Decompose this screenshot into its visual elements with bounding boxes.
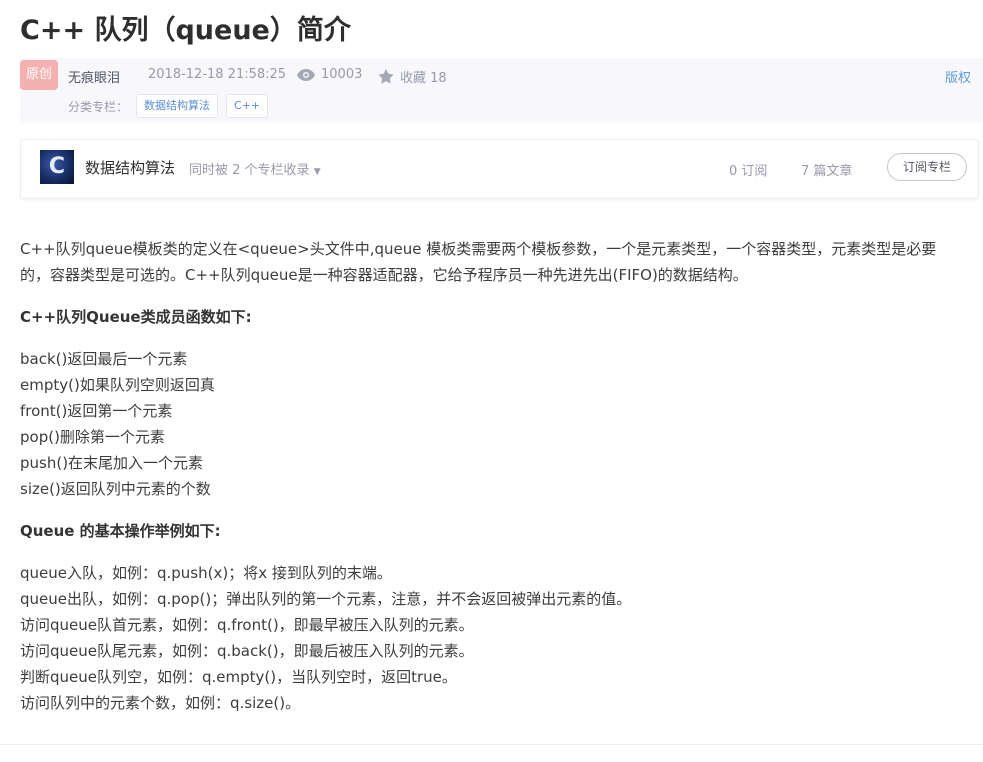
publish-date: 2018-12-18 21:58:25 [148,67,287,82]
list-item: pop()删除第一个元素 [20,428,165,446]
list-item: push()在末尾加入一个元素 [20,454,204,472]
article-count: 7 篇文章 [801,164,853,179]
column-collections-label: 同时被 2 个专栏收录 [189,163,310,178]
column-name[interactable]: 数据结构算法 [85,157,175,178]
column-card: C 数据结构算法 同时被 2 个专栏收录 ▼ 0 订阅 7 篇文章 订阅专栏 [20,139,979,199]
list-item: size()返回队列中元素的个数 [20,480,211,498]
view-count-value: 10003 [321,67,363,82]
intro-paragraph: C++队列queue模板类的定义在<queue>头文件中,queue 模板类需要… [20,236,970,288]
list-item: 访问队列中的元素个数，如例：q.size()。 [20,694,301,712]
favorite-label: 收藏 18 [400,71,447,86]
members-heading: C++队列Queue类成员函数如下: [20,308,252,326]
list-item: queue出队，如例：q.pop()；弹出队列的第一个元素，注意，并不会返回被弹… [20,590,632,608]
list-item: 判断queue队列空，如例：q.empty()，当队列空时，返回true。 [20,668,457,686]
list-item: 访问queue队首元素，如例：q.front()，即最早被压入队列的元素。 [20,616,474,634]
article-meta: 原创 无痕眼泪 2018-12-18 21:58:25 10003 收藏 18 … [20,58,983,123]
intro-line-2: 的，容器类型是可选的。C++队列queue是一种容器适配器，它给予程序员一种先进… [20,266,748,284]
subscribe-column-button[interactable]: 订阅专栏 [887,153,967,181]
list-item: queue入队，如例：q.push(x)；将x 接到队列的末端。 [20,564,392,582]
subscription-count: 0 订阅 [729,164,768,179]
tag-cpp[interactable]: C++ [226,94,269,118]
column-collections-dropdown[interactable]: 同时被 2 个专栏收录 ▼ [189,159,321,178]
examples-list: queue入队，如例：q.push(x)；将x 接到队列的末端。 queue出队… [20,560,970,716]
copyright-link[interactable]: 版权 [945,67,971,86]
view-count: 10003 [297,67,362,82]
examples-heading: Queue 的基本操作举例如下: [20,522,221,540]
author-link[interactable]: 无痕眼泪 [68,67,120,86]
favorite-button[interactable]: 收藏 18 [378,67,447,86]
tag-data-structures[interactable]: 数据结构算法 [136,94,219,118]
list-item: 访问queue队尾元素，如例：q.back()，即最后被压入队列的元素。 [20,642,474,660]
member-function-list: back()返回最后一个元素 empty()如果队列空则返回真 front()返… [20,346,970,502]
caret-down-icon: ▼ [313,167,321,177]
list-item: empty()如果队列空则返回真 [20,376,215,394]
intro-line-1: C++队列queue模板类的定义在<queue>头文件中,queue 模板类需要… [20,240,937,258]
original-badge: 原创 [20,60,58,90]
list-item: back()返回最后一个元素 [20,350,188,368]
category-row: 分类专栏： 数据结构算法 C++ [68,94,269,118]
article-title: C++ 队列（queue）简介 [20,15,351,46]
star-icon [378,69,394,84]
list-item: front()返回第一个元素 [20,402,173,420]
eye-icon [297,68,315,81]
divider [0,744,983,745]
category-label: 分类专栏： [68,99,129,114]
article-content: C++队列queue模板类的定义在<queue>头文件中,queue 模板类需要… [20,236,970,732]
column-logo[interactable]: C [40,150,74,184]
